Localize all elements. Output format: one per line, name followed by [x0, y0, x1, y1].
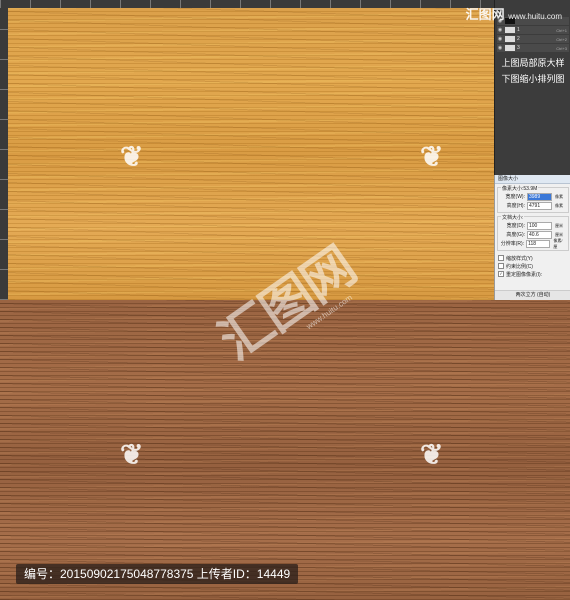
- layer-thumbnail: [505, 36, 515, 42]
- width-input[interactable]: 3989: [527, 192, 552, 201]
- layer-thumbnail: [505, 45, 515, 51]
- image-size-dialog: 图像大小 像素大小:53.9M 宽度(W): 3989 像素 高度(H): 47…: [494, 175, 570, 300]
- height-label: 高度(H):: [506, 203, 525, 209]
- doc-width-row: 宽度(D): 100 厘米: [500, 221, 566, 230]
- doc-size-group: 文档大小: 宽度(D): 100 厘米 高度(G): 40.6 厘米 分辨率(R…: [497, 214, 569, 251]
- brand-logo: 汇图网 www.huitu.com: [466, 4, 562, 23]
- flame-icon: ❦: [420, 141, 444, 172]
- layer-name: 1: [517, 27, 520, 33]
- layer-name: 3: [517, 45, 520, 51]
- layer-shortcut: Ctrl+2: [556, 36, 567, 42]
- brand-name: 汇图网: [465, 7, 505, 22]
- width-unit[interactable]: 像素: [555, 194, 563, 200]
- layer-shortcut: Ctrl+3: [556, 45, 567, 51]
- eye-icon[interactable]: ◉: [497, 45, 503, 51]
- layer-thumbnail: [505, 27, 515, 33]
- resolution-row: 分辨率(R): 118 像素/厘: [500, 238, 566, 250]
- doc-width-input[interactable]: 100: [527, 221, 552, 230]
- brand-site: www.huitu.com: [508, 12, 562, 21]
- height-row: 高度(H): 4791 像素: [500, 201, 566, 210]
- width-row: 宽度(W): 3989 像素: [500, 192, 566, 201]
- note-line-1: 上图局部原大样: [501, 58, 565, 68]
- resample-checkbox[interactable]: ✓ 重定图像像素(I):: [495, 270, 570, 278]
- scale-styles-label: 缩放样式(Y): [506, 255, 533, 262]
- height-unit[interactable]: 像素: [555, 203, 563, 209]
- resolution-unit[interactable]: 像素/厘: [553, 238, 566, 250]
- doc-width-unit[interactable]: 厘米: [555, 223, 563, 229]
- dialog-title: 图像大小: [495, 175, 570, 184]
- flame-icon: ❦: [120, 439, 144, 470]
- doc-size-label: 文档大小:: [501, 214, 525, 221]
- constrain-checkbox[interactable]: 约束比例(C): [495, 262, 570, 270]
- layer-shortcut: Ctrl+1: [556, 27, 567, 33]
- pixel-size-label: 像素大小:53.9M: [501, 185, 539, 192]
- doc-height-label: 高度(G):: [506, 232, 525, 238]
- flame-icon: ❦: [120, 141, 144, 172]
- scale-styles-checkbox[interactable]: 缩放样式(Y): [495, 254, 570, 262]
- flame-icon: ❦: [420, 439, 444, 470]
- eye-icon[interactable]: ◉: [497, 27, 503, 33]
- layers-panel: ◉ ◉ 1 Ctrl+1 ◉ 2 Ctrl+2 ◉ 3 Ctrl+3 上图局部原…: [494, 0, 570, 175]
- layer-row[interactable]: ◉ 1 Ctrl+1: [497, 26, 569, 34]
- resample-method-select[interactable]: 两次立方 (自动): [495, 290, 570, 300]
- eye-icon[interactable]: ◉: [497, 36, 503, 42]
- layer-row[interactable]: ◉ 3 Ctrl+3: [497, 44, 569, 52]
- doc-width-label: 宽度(D):: [506, 223, 525, 229]
- layer-row[interactable]: ◉ 2 Ctrl+2: [497, 35, 569, 43]
- layer-name: 2: [517, 36, 520, 42]
- constrain-label: 约束比例(C): [506, 263, 533, 270]
- resolution-input[interactable]: 118: [526, 239, 551, 248]
- pixel-size-group: 像素大小:53.9M 宽度(W): 3989 像素 高度(H): 4791 像素: [497, 185, 569, 213]
- resample-label: 重定图像像素(I):: [506, 271, 543, 278]
- note-line-2: 下图缩小排列图: [501, 74, 565, 84]
- info-bar: 编号：20150902175048778375 上传者ID：14449: [16, 564, 299, 584]
- width-label: 宽度(W):: [505, 194, 525, 200]
- resolution-label: 分辨率(R):: [500, 241, 525, 247]
- doc-height-input[interactable]: 40.6: [527, 230, 552, 239]
- height-input[interactable]: 4791: [527, 201, 552, 210]
